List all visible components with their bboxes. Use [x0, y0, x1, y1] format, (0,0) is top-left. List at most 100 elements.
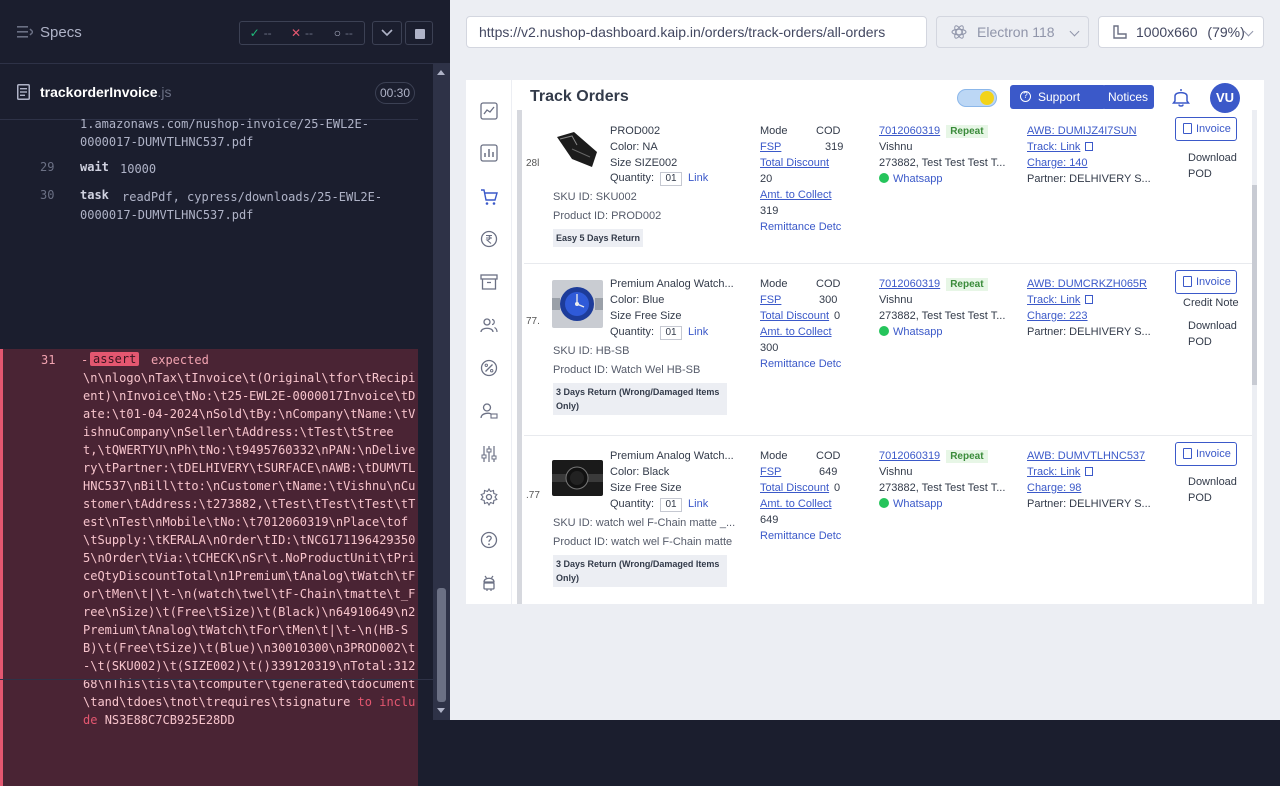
- bell-icon[interactable]: [1170, 86, 1192, 108]
- product-link[interactable]: Link: [688, 326, 708, 338]
- product-quantity: Quantity: 01 Link: [610, 326, 709, 340]
- stop-button[interactable]: [405, 21, 433, 45]
- support-button[interactable]: ? Support: [1010, 85, 1106, 109]
- fsp-value: 319: [825, 141, 844, 153]
- product-link[interactable]: Link: [688, 498, 708, 510]
- copy-icon[interactable]: [1085, 467, 1094, 476]
- awb-link[interactable]: AWB: DUMIJZ4I7SUN: [1027, 125, 1137, 137]
- passed-count: --: [263, 26, 272, 40]
- repeat-badge: Repeat: [946, 450, 988, 463]
- avatar[interactable]: VU: [1210, 83, 1240, 113]
- chevron-down-button[interactable]: [372, 21, 402, 45]
- product-title: Premium Analog Watch...: [610, 450, 734, 462]
- track-link[interactable]: Track: Link: [1027, 141, 1094, 153]
- amount-to-collect-label[interactable]: Amt. to Collect: [760, 326, 832, 338]
- amount-to-collect-label[interactable]: Amt. to Collect: [760, 189, 832, 201]
- scrollbar-thumb[interactable]: [437, 588, 446, 702]
- fsp-label[interactable]: FSP: [760, 141, 781, 153]
- fsp-value: 300: [819, 294, 838, 306]
- archive-icon[interactable]: [480, 273, 498, 291]
- orders-scrollbar-thumb[interactable]: [1252, 185, 1257, 385]
- command-row-31-assert-failed[interactable]: 31 - assert expected \n\nlogo\nTax\tInvo…: [0, 349, 418, 786]
- whatsapp-link[interactable]: Whatsapp: [879, 498, 943, 510]
- users-icon[interactable]: [480, 316, 498, 334]
- total-discount-label[interactable]: Total Discount: [760, 482, 829, 494]
- user-settings-icon[interactable]: [480, 402, 498, 420]
- command-log-scrollbar[interactable]: [433, 64, 450, 720]
- circle-icon: ○: [333, 26, 341, 40]
- specs-label[interactable]: Specs: [40, 24, 82, 41]
- chart-line-icon[interactable]: [480, 102, 498, 120]
- remittance-details-link[interactable]: Remittance Detc: [760, 530, 841, 542]
- remittance-details-link[interactable]: Remittance Detc: [760, 358, 841, 370]
- track-link[interactable]: Track: Link: [1027, 294, 1094, 306]
- product-size: Size Free Size: [610, 482, 682, 494]
- invoice-button[interactable]: Invoice: [1175, 270, 1237, 294]
- scroll-up-icon[interactable]: [437, 70, 445, 75]
- command-row-30[interactable]: 30 task readPdf, cypress/downloads/25-EW…: [0, 186, 418, 226]
- sliders-icon[interactable]: [480, 445, 498, 463]
- product-id: Product ID: watch wel F-Chain matte: [553, 536, 733, 548]
- product-link[interactable]: Link: [688, 172, 708, 184]
- viewport-selector[interactable]: 1000x660 (79%): [1098, 16, 1264, 48]
- awb-link[interactable]: AWB: DUMCRKZH065R: [1027, 278, 1147, 290]
- assert-message: \n\nlogo\nTax\tInvoice\t(Original\tfor\t…: [83, 369, 417, 729]
- delivery-partner: Partner: DELHIVERY S...: [1027, 498, 1151, 510]
- order-row: 28l PROD002 Color: NA Size SIZE002 Quant…: [524, 110, 1252, 264]
- command-row-29[interactable]: 29 wait 10000: [0, 158, 418, 182]
- spec-file-ext: .js: [157, 84, 172, 100]
- fsp-label[interactable]: FSP: [760, 294, 781, 306]
- passed-stat: ✓ --: [240, 26, 281, 40]
- total-discount-value: 20: [760, 173, 773, 185]
- remittance-details-link[interactable]: Remittance Detc: [760, 221, 841, 233]
- browser-selector[interactable]: Electron 118: [936, 16, 1089, 48]
- return-policy-badge: Easy 5 Days Return: [553, 229, 644, 247]
- download-pod-link[interactable]: Download: [1188, 152, 1237, 164]
- total-discount-label[interactable]: Total Discount: [760, 157, 829, 169]
- command-message: readPdf, cypress/downloads/25-EWL2E-: [122, 190, 383, 204]
- invoice-button[interactable]: Invoice: [1175, 117, 1237, 141]
- rupee-icon[interactable]: [480, 230, 498, 248]
- copy-icon[interactable]: [1085, 142, 1094, 151]
- product-color: Color: Black: [610, 466, 670, 478]
- gear-icon[interactable]: [480, 488, 498, 506]
- orders-left-scrollbar[interactable]: [517, 110, 522, 604]
- product-size: Size SIZE002: [610, 157, 678, 169]
- divider: [0, 679, 433, 680]
- credit-note-link[interactable]: Credit Note: [1183, 297, 1239, 309]
- product-id: Product ID: Watch Wel HB-SB: [553, 364, 701, 376]
- fsp-label[interactable]: FSP: [760, 466, 781, 478]
- charge-link[interactable]: Charge: 140: [1027, 157, 1088, 169]
- awb-link[interactable]: AWB: DUMVTLHNC537: [1027, 450, 1145, 462]
- scroll-down-icon[interactable]: [437, 708, 445, 713]
- whatsapp-link[interactable]: Whatsapp: [879, 173, 943, 185]
- percent-icon[interactable]: [480, 359, 498, 377]
- whatsapp-icon: [879, 498, 889, 508]
- cypress-runner-panel: Specs ✓ -- ✕ -- ○ -- trackorderInvoice.j…: [0, 0, 450, 786]
- command-message: 1.amazonaws.com/nushop-invoice/25-EWL2E-: [80, 117, 369, 131]
- theme-toggle[interactable]: [957, 89, 997, 107]
- specs-list-icon[interactable]: [17, 25, 33, 39]
- amount-to-collect-value: 300: [760, 342, 779, 354]
- invoice-button[interactable]: Invoice: [1175, 442, 1237, 466]
- android-icon[interactable]: [480, 574, 498, 592]
- product-id: Product ID: PROD002: [553, 210, 662, 222]
- copy-icon[interactable]: [1085, 295, 1094, 304]
- invoice-icon: [1183, 123, 1192, 134]
- charge-link[interactable]: Charge: 98: [1027, 482, 1081, 494]
- download-pod-link[interactable]: Download: [1188, 320, 1237, 332]
- cart-icon[interactable]: [480, 188, 498, 206]
- track-link[interactable]: Track: Link: [1027, 466, 1094, 478]
- help-icon[interactable]: [480, 531, 498, 549]
- whatsapp-link[interactable]: Whatsapp: [879, 326, 943, 338]
- download-pod-link[interactable]: Download: [1188, 476, 1237, 488]
- bar-chart-icon[interactable]: [480, 144, 498, 162]
- total-discount-label[interactable]: Total Discount: [760, 310, 829, 322]
- url-bar[interactable]: https://v2.nushop-dashboard.kaip.in/orde…: [466, 16, 927, 48]
- notices-button[interactable]: Notices: [1102, 85, 1154, 109]
- charge-link[interactable]: Charge: 223: [1027, 310, 1088, 322]
- mode-label: Mode: [760, 278, 788, 290]
- total-discount-value: 0: [834, 310, 841, 322]
- customer-name: Vishnu: [879, 141, 913, 153]
- amount-to-collect-label[interactable]: Amt. to Collect: [760, 498, 832, 510]
